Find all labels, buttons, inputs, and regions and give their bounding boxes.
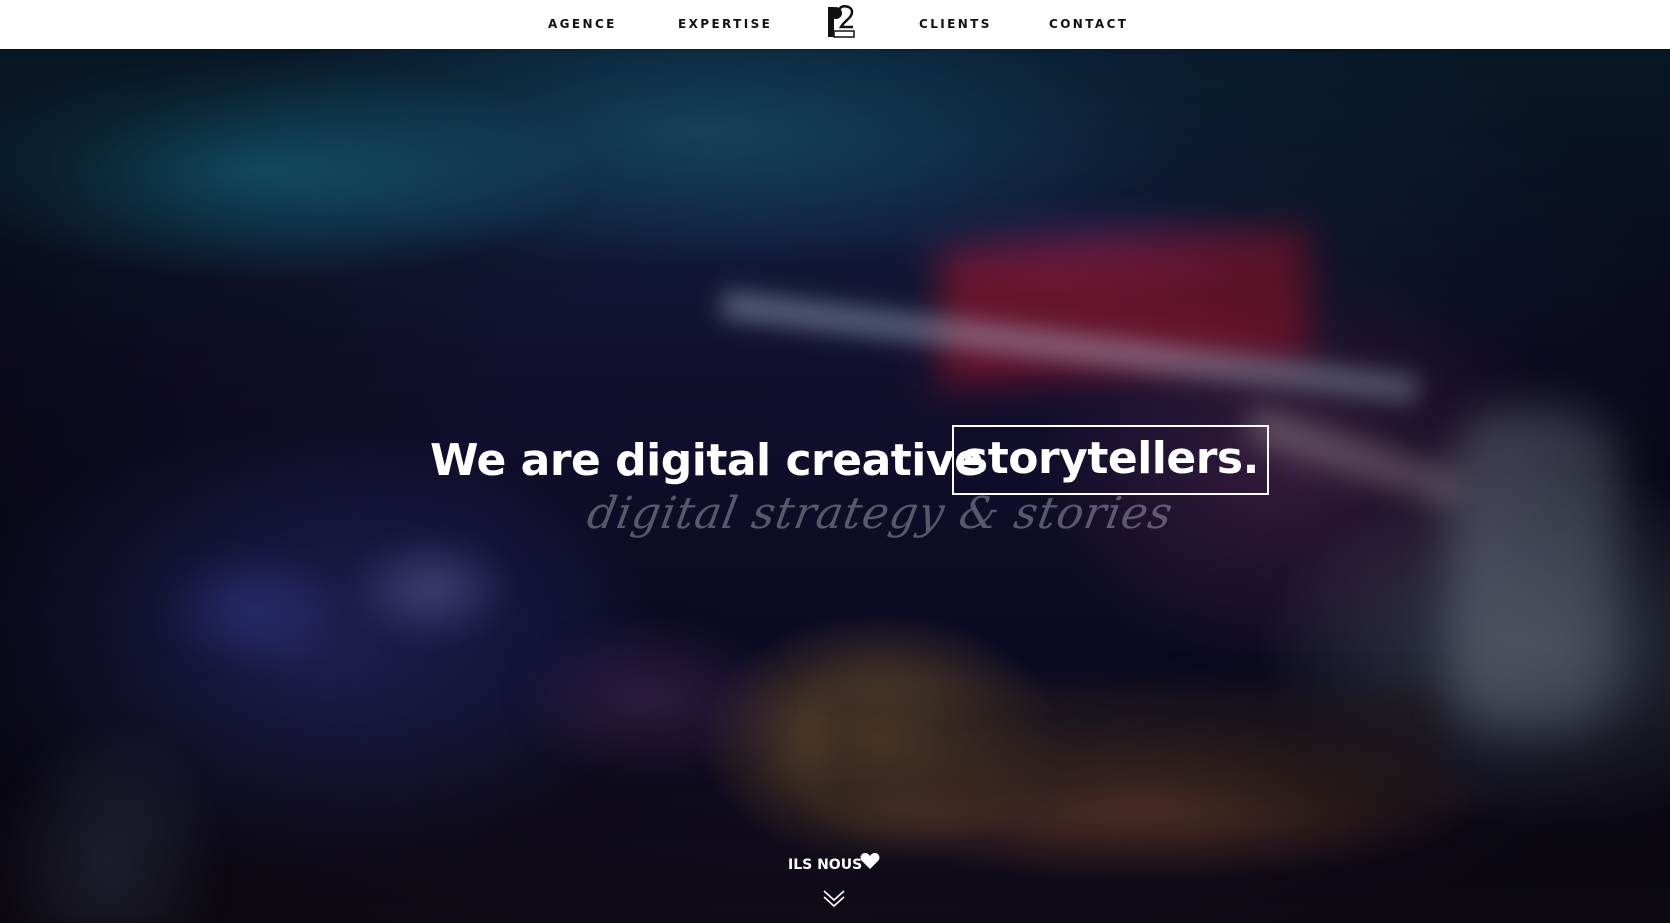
hero-vignette [0, 49, 1670, 923]
hero-section [0, 49, 1670, 923]
nav-agence[interactable]: AGENCE [548, 14, 617, 34]
headline-lead-text: We are digital creative [430, 435, 984, 486]
p2-logo-icon [828, 5, 855, 38]
ils-nous-label: ILS NOUS [788, 857, 863, 873]
hero-script-tagline: digital strategy & stories [583, 488, 1177, 539]
heart-icon [860, 853, 880, 869]
logo[interactable] [820, 3, 858, 39]
top-navigation: AGENCE EXPERTISE CLIENTS CONTACT [0, 0, 1670, 49]
ils-nous-aiment-link[interactable]: ILS NOUS [788, 853, 880, 881]
nav-expertise[interactable]: EXPERTISE [678, 14, 772, 34]
chevron-down-icon[interactable] [822, 888, 846, 910]
headline-boxed-word: storytellers. [952, 425, 1269, 495]
nav-clients[interactable]: CLIENTS [919, 14, 992, 34]
nav-contact[interactable]: CONTACT [1049, 14, 1128, 34]
